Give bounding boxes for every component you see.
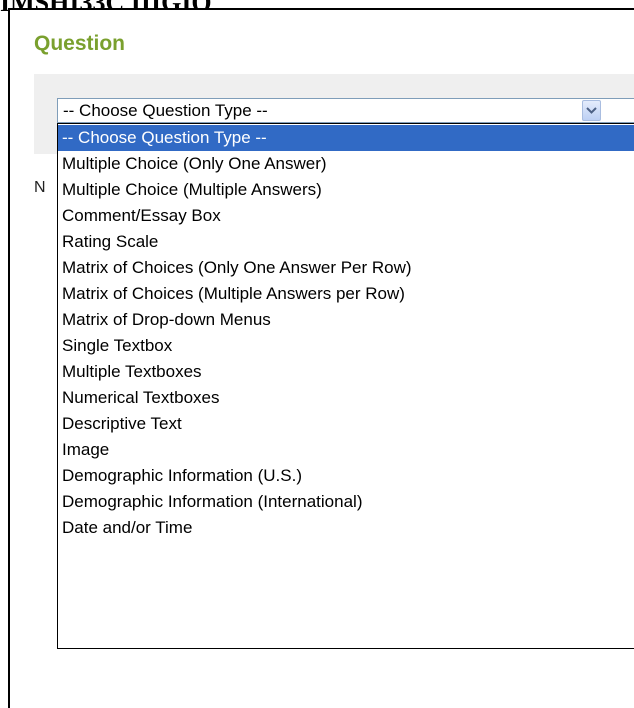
dropdown-option[interactable]: -- Choose Question Type -- <box>58 125 634 151</box>
section-title: Question <box>34 32 126 55</box>
dropdown-option[interactable]: Matrix of Drop-down Menus <box>58 307 634 333</box>
dropdown-option[interactable]: Comment/Essay Box <box>58 203 634 229</box>
dropdown-option[interactable]: Demographic Information (U.S.) <box>58 463 634 489</box>
dropdown-option[interactable]: Image <box>58 437 634 463</box>
dropdown-option[interactable]: Multiple Choice (Only One Answer) <box>58 151 634 177</box>
dropdown-option[interactable]: Multiple Textboxes <box>58 359 634 385</box>
chevron-down-icon[interactable] <box>582 100 601 121</box>
dropdown-option[interactable]: Matrix of Choices (Multiple Answers per … <box>58 281 634 307</box>
dropdown-option[interactable]: Date and/or Time <box>58 515 634 541</box>
dropdown-option[interactable]: Descriptive Text <box>58 411 634 437</box>
dropdown-option[interactable]: Demographic Information (International) <box>58 489 634 515</box>
dropdown-option[interactable]: Numerical Textboxes <box>58 385 634 411</box>
question-type-dropdown-list[interactable]: -- Choose Question Type -- Multiple Choic… <box>57 123 634 649</box>
obscured-field-label: N <box>34 179 46 196</box>
question-type-select[interactable]: -- Choose Question Type -- <box>57 98 634 123</box>
dropdown-option[interactable]: Single Textbox <box>58 333 634 359</box>
question-type-select-value: -- Choose Question Type -- <box>63 101 268 120</box>
dropdown-option[interactable]: Matrix of Choices (Only One Answer Per R… <box>58 255 634 281</box>
dropdown-option[interactable]: Multiple Choice (Multiple Answers) <box>58 177 634 203</box>
dropdown-option[interactable]: Rating Scale <box>58 229 634 255</box>
